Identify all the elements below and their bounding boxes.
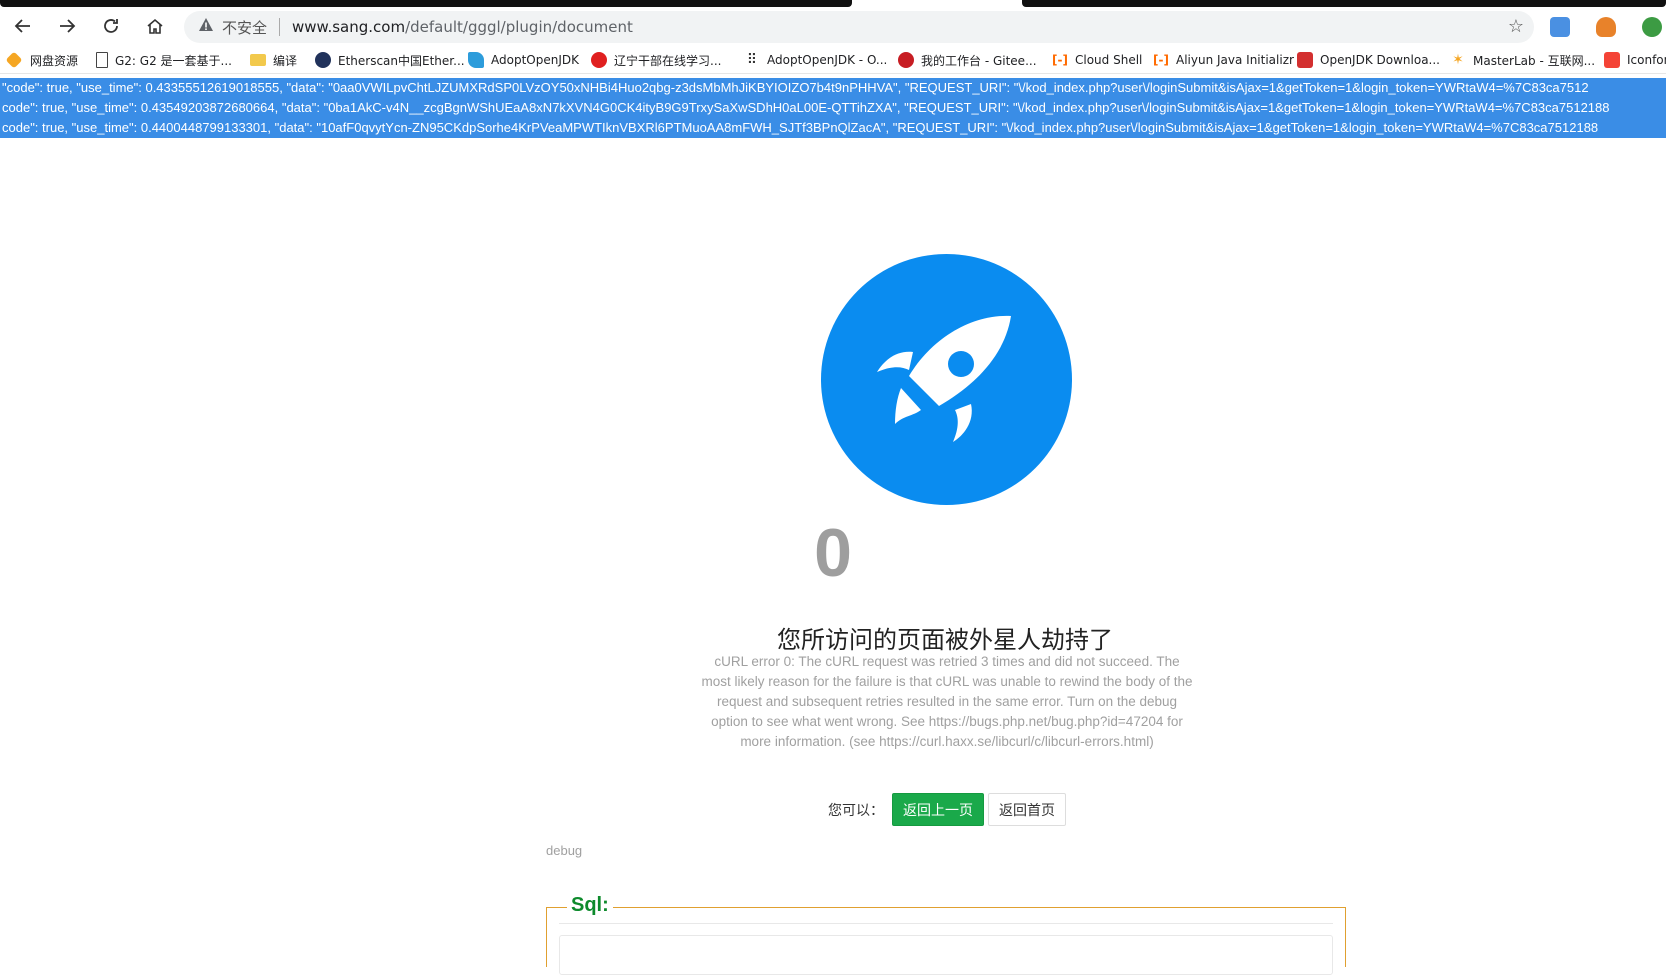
- bookmark-label: AdoptOpenJDK - O...: [767, 53, 888, 67]
- bookmark-item[interactable]: [-] Aliyun Java Initializr: [1153, 50, 1294, 70]
- rocket-icon: [877, 315, 1011, 442]
- address-bar[interactable]: 不安全 www.sang.com /default/gggl/plugin/do…: [184, 11, 1534, 43]
- url-path: /default/gggl/plugin/document: [405, 18, 633, 36]
- json-line[interactable]: code": true, "use_time": 0.4354920387268…: [0, 98, 1666, 118]
- selected-json-text[interactable]: "code": true, "use_time": 0.433555126190…: [0, 78, 1666, 138]
- home-button[interactable]: [138, 10, 172, 42]
- bookmark-label: Etherscan中国Ether...: [338, 53, 465, 68]
- bookmark-label: 网盘资源: [30, 53, 79, 68]
- bookmark-item[interactable]: ✶ MasterLab - 互联网...: [1450, 50, 1595, 70]
- bookmark-item[interactable]: 编译: [250, 50, 297, 70]
- aliyun-icon: [-]: [1153, 53, 1169, 67]
- arrow-left-icon: [14, 19, 30, 33]
- apps-grid-icon: ⠿: [746, 52, 758, 68]
- go-home-button[interactable]: 返回首页: [988, 793, 1066, 826]
- butterfly-icon: ✶: [1452, 52, 1464, 68]
- bookmark-item[interactable]: ⠿ AdoptOpenJDK - O...: [744, 50, 887, 70]
- home-icon: [147, 18, 163, 34]
- document-icon: [96, 52, 108, 68]
- reload-button[interactable]: [94, 10, 128, 42]
- bookmark-star-icon[interactable]: ☆: [1508, 16, 1524, 37]
- tab-strip-segment: [0, 0, 852, 7]
- rocket-illustration: [821, 254, 1072, 505]
- adoptopenjdk-icon: [468, 52, 484, 68]
- bookmark-item[interactable]: Iconfon: [1604, 50, 1666, 70]
- bookmark-item[interactable]: AdoptOpenJDK: [468, 50, 579, 70]
- metamask-extension-icon[interactable]: [1596, 17, 1616, 37]
- sql-content: [559, 935, 1333, 975]
- json-line[interactable]: code": true, "use_time": 0.4400448799133…: [0, 118, 1666, 138]
- back-button[interactable]: [6, 10, 40, 42]
- translate-extension-icon[interactable]: [1550, 17, 1570, 37]
- actions-label: 您可以：: [828, 802, 884, 819]
- tab-strip: [0, 0, 1666, 7]
- bookmarks-bar: 网盘资源 G2: G2 是一套基于... 编译 Etherscan中国Ether…: [0, 46, 1666, 74]
- gitee-icon: [898, 52, 914, 68]
- bookmark-label: 我的工作台 - Gitee...: [921, 53, 1037, 68]
- error-code: 0: [814, 515, 852, 591]
- bookmark-label: AdoptOpenJDK: [491, 53, 579, 67]
- globe-extension-icon[interactable]: [1642, 17, 1662, 37]
- bookmark-label: Iconfon: [1627, 53, 1666, 67]
- bookmark-label: OpenJDK Downloa...: [1320, 53, 1440, 67]
- address-divider: [279, 18, 281, 36]
- iconfont-icon: [1604, 52, 1620, 68]
- bookmark-label: G2: G2 是一套基于...: [115, 53, 232, 68]
- diamond-icon: [5, 51, 23, 69]
- sql-divider: [559, 923, 1333, 924]
- bookmark-item[interactable]: Etherscan中国Ether...: [315, 50, 465, 70]
- forward-button[interactable]: [50, 10, 84, 42]
- go-back-button[interactable]: 返回上一页: [892, 793, 984, 826]
- arrow-right-icon: [60, 19, 76, 33]
- bookmark-item[interactable]: 我的工作台 - Gitee...: [898, 50, 1037, 70]
- circle-badge-icon: [591, 52, 607, 68]
- bookmark-label: 编译: [273, 53, 298, 68]
- warning-icon: [198, 17, 216, 37]
- url-host: www.sang.com: [292, 18, 406, 36]
- bookmark-item[interactable]: 网盘资源: [5, 50, 79, 70]
- bookmark-label: Aliyun Java Initializr: [1176, 53, 1294, 67]
- openjdk-icon: [1297, 52, 1313, 68]
- bookmark-item[interactable]: [-] Cloud Shell: [1052, 50, 1142, 70]
- debug-label: debug: [546, 843, 583, 858]
- browser-toolbar: 不安全 www.sang.com /default/gggl/plugin/do…: [0, 7, 1666, 45]
- tab-strip-segment: [1022, 0, 1666, 7]
- security-label[interactable]: 不安全: [222, 17, 267, 38]
- etherscan-icon: [315, 52, 331, 68]
- json-line[interactable]: "code": true, "use_time": 0.433555126190…: [0, 78, 1666, 98]
- aliyun-icon: [-]: [1052, 53, 1068, 67]
- bookmark-label: MasterLab - 互联网...: [1473, 53, 1596, 68]
- error-description: cURL error 0: The cURL request was retri…: [701, 654, 1193, 749]
- sql-legend: Sql:: [567, 894, 613, 917]
- error-actions: 您可以： 返回上一页 返回首页: [828, 793, 1066, 826]
- bookmark-item[interactable]: G2: G2 是一套基于...: [96, 50, 232, 70]
- bookmark-label: 辽宁干部在线学习...: [614, 53, 722, 68]
- bookmark-item[interactable]: 辽宁干部在线学习...: [591, 50, 721, 70]
- sql-panel: Sql:: [546, 894, 1346, 975]
- folder-icon: [250, 54, 266, 66]
- reload-icon: [104, 19, 118, 33]
- error-title: 您所访问的页面被外星人劫持了: [777, 626, 1113, 654]
- bookmark-label: Cloud Shell: [1075, 53, 1143, 67]
- bookmark-item[interactable]: OpenJDK Downloa...: [1297, 50, 1440, 70]
